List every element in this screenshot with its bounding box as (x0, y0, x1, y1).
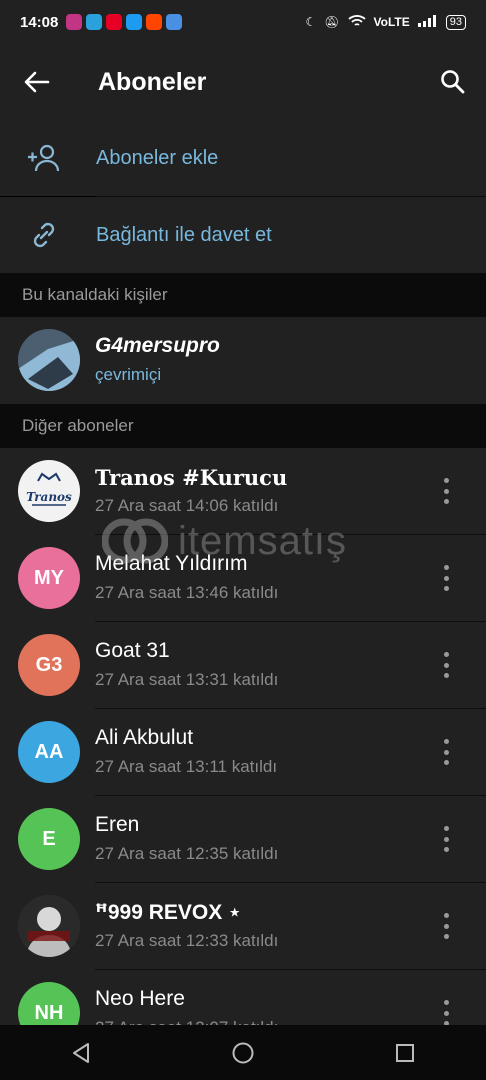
avatar: MY (18, 547, 80, 609)
member-joined: 27 Ara saat 13:11 katıldı (95, 757, 278, 776)
more-options-icon[interactable] (434, 1000, 458, 1026)
member-name: Neo Here (95, 987, 185, 1010)
member-name: Goat 31 (95, 639, 170, 662)
square-recents-icon (396, 1043, 414, 1062)
back-button[interactable] (0, 44, 74, 120)
status-bar: 14:08 ☾ 🔕︎ VoLTE 93 (0, 0, 486, 44)
member-joined: 27 Ara saat 13:46 katıldı (95, 583, 279, 602)
circle-home-icon (232, 1042, 254, 1063)
invite-link-label: Bağlantı ile davet et (96, 223, 272, 246)
invite-link-button[interactable]: Bağlantı ile davet et (0, 197, 486, 273)
watermark: itemsatış (102, 516, 392, 566)
page-title: Aboneler (98, 67, 207, 96)
owner-status: çevrimiçi (95, 365, 162, 384)
member-joined: 27 Ara saat 13:31 katıldı (95, 670, 279, 689)
telegram-icon (86, 14, 103, 30)
link-icon (0, 220, 96, 250)
add-subscribers-label: Aboneler ekle (96, 146, 219, 169)
avatar (18, 895, 80, 957)
system-nav-bar (0, 1025, 486, 1080)
member-joined: 27 Ara saat 12:33 katıldı (95, 931, 279, 950)
status-time: 14:08 (20, 13, 59, 31)
search-icon (441, 70, 465, 94)
list-item[interactable]: AA Ali Akbulut 27 Ara saat 13:11 katıldı (0, 709, 486, 796)
list-item[interactable]: ꟸ999 REVOX ⋆ 27 Ara saat 12:33 katıldı (0, 883, 486, 970)
member-joined: 27 Ara saat 12:35 katıldı (95, 844, 279, 863)
section-header-in-channel: Bu kanaldaki kişiler (0, 273, 486, 317)
add-person-icon (0, 144, 96, 172)
app-bar: Aboneler (0, 44, 486, 120)
section-header-others: Diğer aboneler (0, 404, 486, 448)
moon-icon: ☾ (305, 15, 317, 29)
avatar (18, 329, 80, 391)
add-subscribers-button[interactable]: Aboneler ekle (0, 120, 486, 196)
notification-icons (66, 14, 183, 30)
member-name: Eren (95, 813, 140, 836)
network-label: VoLTE (373, 15, 410, 29)
member-name: Tranos #Kurucu (95, 465, 288, 490)
owner-name: G4mersupro (95, 334, 220, 357)
reddit-icon (146, 14, 163, 30)
nav-home-button[interactable] (213, 1025, 273, 1080)
nav-recents-button[interactable] (375, 1025, 435, 1080)
watermark-logo-icon (102, 518, 168, 564)
nav-back-button[interactable] (51, 1025, 111, 1080)
mute-icon: 🔕︎ (324, 15, 340, 29)
avatar: Tranos (18, 460, 80, 522)
triangle-back-icon (73, 1042, 89, 1063)
more-options-icon[interactable] (434, 739, 458, 765)
youtube-icon (126, 14, 143, 30)
signal-icon (417, 14, 438, 30)
instagram-icon (66, 14, 83, 30)
list-item[interactable]: E Eren 27 Ara saat 12:35 katıldı (0, 796, 486, 883)
svg-text:Tranos: Tranos (26, 490, 72, 504)
more-options-icon[interactable] (434, 913, 458, 939)
more-options-icon[interactable] (434, 826, 458, 852)
more-options-icon[interactable] (434, 652, 458, 678)
pinterest-icon (106, 14, 123, 30)
more-options-icon[interactable] (434, 478, 458, 504)
member-name: ꟸ999 REVOX ⋆ (95, 901, 242, 924)
more-options-icon[interactable] (434, 565, 458, 591)
search-button[interactable] (420, 44, 486, 120)
watermark-text: itemsatış (178, 518, 348, 563)
member-name: Ali Akbulut (95, 726, 194, 749)
mail-icon (166, 14, 183, 30)
avatar: E (18, 808, 80, 870)
owner-row[interactable]: G4mersupro çevrimiçi (0, 317, 486, 404)
avatar: AA (18, 721, 80, 783)
wifi-icon (347, 14, 366, 31)
battery-indicator: 93 (445, 14, 466, 30)
member-joined: 27 Ara saat 14:06 katıldı (95, 496, 279, 515)
list-item[interactable]: G3 Goat 31 27 Ara saat 13:31 katıldı (0, 622, 486, 709)
arrow-left-icon (24, 71, 50, 93)
avatar: G3 (18, 634, 80, 696)
